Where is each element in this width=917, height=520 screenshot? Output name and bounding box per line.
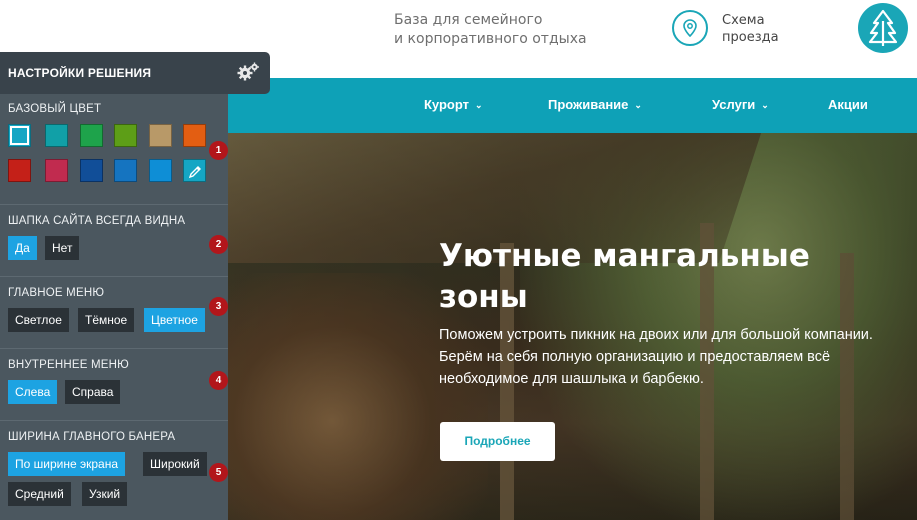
- chevron-down-icon: ⌄: [475, 100, 483, 110]
- nav-label: Акции: [828, 97, 868, 112]
- section-label-base-color: БАЗОВЫЙ ЦВЕТ: [8, 103, 102, 115]
- color-swatch[interactable]: [114, 124, 137, 147]
- gears-icon[interactable]: [236, 61, 260, 83]
- site-logo[interactable]: [858, 3, 908, 53]
- nav-label: Курорт: [424, 97, 470, 112]
- section-divider: [0, 420, 228, 421]
- nav-item-resort[interactable]: Курорт ⌄: [424, 97, 483, 112]
- color-swatch[interactable]: [8, 124, 31, 147]
- option-sticky-no[interactable]: Нет: [45, 236, 80, 260]
- site-tagline: База для семейного и корпоративного отды…: [394, 11, 587, 49]
- more-button[interactable]: Подробнее: [440, 422, 555, 461]
- color-swatch[interactable]: [149, 159, 172, 182]
- section-label-sticky-header: ШАПКА САЙТА ВСЕГДА ВИДНА: [8, 215, 186, 227]
- color-swatch[interactable]: [114, 159, 137, 182]
- route-line-1: Схема: [722, 13, 765, 28]
- option-inner-right[interactable]: Справа: [65, 380, 121, 404]
- color-swatch[interactable]: [149, 124, 172, 147]
- step-badge: 3: [209, 297, 228, 316]
- color-swatch[interactable]: [183, 124, 206, 147]
- option-banner-full[interactable]: По ширине экрана: [8, 452, 125, 476]
- nav-item-services[interactable]: Услуги ⌄: [712, 97, 769, 112]
- step-badge: 5: [209, 463, 228, 482]
- section-label-banner-width: ШИРИНА ГЛАВНОГО БАНЕРА: [8, 431, 176, 443]
- hero-description: Поможем устроить пикник на двоих или для…: [439, 327, 873, 387]
- hero-title: Уютные мангальные зоны: [439, 236, 859, 318]
- section-divider: [0, 276, 228, 277]
- nav-item-accommodation[interactable]: Проживание ⌄: [548, 97, 642, 112]
- nav-item-promotions[interactable]: Акции: [828, 97, 868, 112]
- section-label-inner-menu: ВНУТРЕННЕЕ МЕНЮ: [8, 359, 129, 371]
- custom-color-swatch[interactable]: [183, 159, 206, 182]
- tree-logo-icon: [868, 9, 898, 46]
- tagline-line-2: и корпоративного отдыха: [394, 31, 587, 47]
- section-divider: [0, 204, 228, 205]
- option-banner-medium[interactable]: Средний: [8, 482, 71, 506]
- route-line-2: проезда: [722, 30, 779, 45]
- map-pin-icon[interactable]: [672, 10, 708, 46]
- option-menu-colored[interactable]: Цветное: [144, 308, 205, 332]
- tagline-line-1: База для семейного: [394, 12, 543, 28]
- settings-panel: БАЗОВЫЙ ЦВЕТ 1 ШАПКА САЙТА ВСЕГДА ВИДНА …: [0, 94, 228, 520]
- step-badge: 1: [209, 141, 228, 160]
- option-inner-left[interactable]: Слева: [8, 380, 58, 404]
- option-banner-narrow[interactable]: Узкий: [82, 482, 128, 506]
- chevron-down-icon: ⌄: [761, 100, 769, 110]
- option-banner-wide[interactable]: Широкий: [143, 452, 207, 476]
- nav-label: Услуги: [712, 97, 756, 112]
- section-label-main-menu: ГЛАВНОЕ МЕНЮ: [8, 287, 105, 299]
- color-swatch[interactable]: [45, 159, 68, 182]
- color-swatch[interactable]: [80, 124, 103, 147]
- nav-label: Проживание: [548, 97, 629, 112]
- step-badge: 4: [209, 371, 228, 390]
- settings-title: НАСТРОЙКИ РЕШЕНИЯ: [8, 66, 152, 80]
- eyedropper-icon: [188, 166, 201, 179]
- option-sticky-yes[interactable]: Да: [8, 236, 37, 260]
- color-swatch[interactable]: [45, 124, 68, 147]
- step-badge: 2: [209, 235, 228, 254]
- chevron-down-icon: ⌄: [634, 100, 642, 110]
- color-swatch[interactable]: [8, 159, 31, 182]
- hero-title-line-2: зоны: [439, 279, 528, 315]
- section-divider: [0, 348, 228, 349]
- option-menu-dark[interactable]: Тёмное: [78, 308, 135, 332]
- route-map-link[interactable]: Схема проезда: [722, 12, 779, 46]
- settings-header[interactable]: НАСТРОЙКИ РЕШЕНИЯ: [0, 52, 270, 94]
- color-swatch[interactable]: [80, 159, 103, 182]
- option-menu-light[interactable]: Светлое: [8, 308, 69, 332]
- hero-title-line-1: Уютные мангальные: [439, 238, 810, 274]
